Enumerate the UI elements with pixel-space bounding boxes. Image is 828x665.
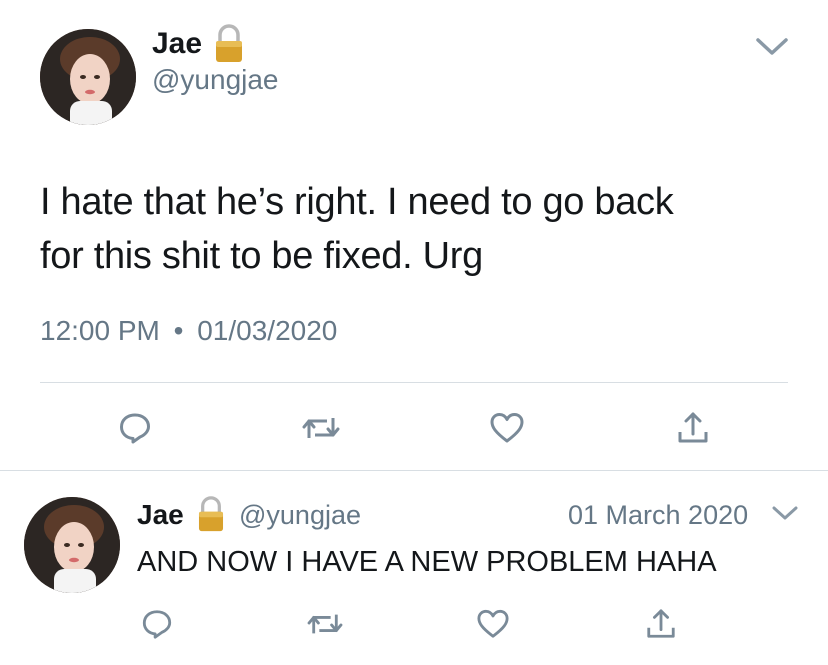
chevron-down-icon[interactable] bbox=[770, 503, 800, 528]
tweet-text-line: I hate that he’s right. I need to go bac… bbox=[40, 181, 674, 223]
tweet-time: 12:00 PM bbox=[40, 315, 160, 346]
like-button[interactable] bbox=[472, 605, 514, 643]
tweet-text-line: for this shit to be fixed. Urg bbox=[40, 235, 483, 277]
tweet-text: AND NOW I HAVE A NEW PROBLEM HAHA bbox=[137, 546, 717, 578]
author-handle[interactable]: @yungjae bbox=[239, 500, 361, 531]
like-icon bbox=[477, 609, 509, 638]
tweet-text: I hate that he’s right. I need to go bac… bbox=[40, 175, 674, 283]
tweet-date[interactable]: 01 March 2020 bbox=[568, 500, 748, 531]
reply-icon bbox=[120, 413, 150, 444]
author-name[interactable]: Jae bbox=[137, 499, 184, 531]
retweet-button[interactable] bbox=[298, 408, 344, 448]
avatar[interactable] bbox=[40, 29, 136, 125]
like-button[interactable] bbox=[484, 408, 530, 448]
tweet-date: 01/03/2020 bbox=[197, 315, 338, 346]
reply-button[interactable] bbox=[112, 408, 158, 448]
reply-icon bbox=[142, 610, 172, 639]
tweet-timestamp[interactable]: 12:00 PM • 01/03/2020 bbox=[40, 315, 337, 347]
share-icon bbox=[647, 609, 675, 638]
divider bbox=[0, 470, 828, 471]
chevron-down-icon[interactable] bbox=[752, 34, 792, 63]
retweet-button[interactable] bbox=[304, 605, 346, 643]
lock-icon bbox=[196, 496, 226, 538]
share-button[interactable] bbox=[640, 605, 682, 643]
share-button[interactable] bbox=[670, 408, 716, 448]
divider bbox=[40, 382, 788, 383]
like-icon bbox=[490, 413, 524, 443]
share-icon bbox=[678, 412, 708, 443]
avatar[interactable] bbox=[24, 497, 120, 593]
retweet-icon bbox=[307, 614, 343, 634]
meta-separator: • bbox=[173, 315, 184, 346]
author-handle[interactable]: @yungjae bbox=[152, 64, 279, 96]
retweet-icon bbox=[302, 418, 340, 438]
lock-icon bbox=[213, 24, 245, 69]
reply-button[interactable] bbox=[136, 605, 178, 643]
author-name[interactable]: Jae bbox=[152, 27, 202, 61]
